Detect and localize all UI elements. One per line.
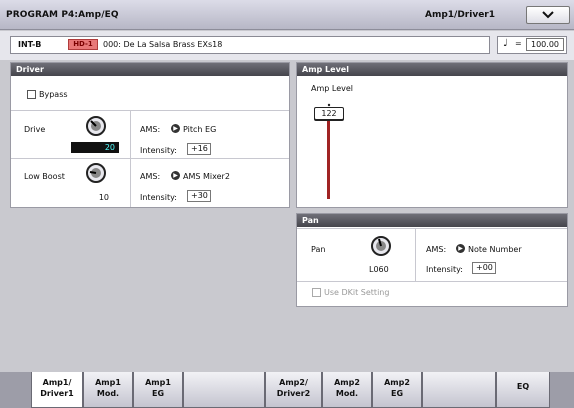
pan-intensity-label: Intensity: — [426, 265, 463, 274]
divider — [297, 281, 567, 282]
tab-amp2-mod[interactable]: Amp2 Mod. — [322, 372, 372, 408]
tab-label: Amp1 — [95, 378, 121, 387]
pan-label: Pan — [311, 245, 326, 254]
drive-ams-label: AMS: — [140, 125, 161, 134]
amp-level-label: Amp Level — [311, 84, 354, 93]
pan-value[interactable]: L060 — [369, 265, 389, 274]
tab-empty — [183, 372, 265, 408]
tab-label: Amp1/ — [42, 378, 72, 387]
tab-label: Amp1 — [145, 378, 171, 387]
tab-label: EG — [390, 389, 404, 398]
tab-amp2-eg[interactable]: Amp2 EG — [372, 372, 422, 408]
hd1-badge: HD-1 — [68, 39, 98, 50]
bypass-checkbox[interactable] — [27, 90, 36, 99]
tab-label: Driver2 — [276, 389, 311, 398]
low-boost-intensity-label: Intensity: — [140, 193, 177, 202]
driver-header: Driver — [11, 63, 289, 76]
page-menu-button[interactable] — [526, 6, 570, 24]
tab-label: EG — [151, 389, 165, 398]
bank-label: INT-B — [18, 40, 42, 49]
drive-ams-source[interactable]: Pitch EG — [183, 125, 216, 134]
pan-header: Pan — [297, 214, 567, 227]
pan-ams-source[interactable]: Note Number — [468, 245, 522, 254]
bypass-label: Bypass — [39, 90, 68, 99]
tempo-equals: = — [515, 39, 522, 48]
program-name: 000: De La Salsa Brass EXs18 — [103, 40, 223, 49]
low-boost-ams-source[interactable]: AMS Mixer2 — [183, 172, 230, 181]
tab-label: EQ — [516, 382, 530, 391]
divider — [11, 110, 289, 111]
tab-amp1-driver1[interactable]: Amp1/ Driver1 — [31, 372, 83, 408]
quarter-note-icon: ♩ — [503, 38, 508, 49]
arrow-right-icon[interactable]: ▶ — [456, 244, 465, 253]
tab-amp2-driver2[interactable]: Amp2/ Driver2 — [265, 372, 322, 408]
drive-intensity-label: Intensity: — [140, 146, 177, 155]
tab-eq[interactable]: EQ — [496, 372, 550, 408]
divider — [415, 229, 416, 281]
chevron-down-icon — [542, 11, 554, 19]
low-boost-ams-label: AMS: — [140, 172, 161, 181]
page-title: PROGRAM P4:Amp/EQ — [6, 10, 119, 20]
divider — [130, 111, 131, 207]
pan-knob[interactable] — [371, 236, 391, 256]
tab-label: Mod. — [96, 389, 120, 398]
pan-ams-label: AMS: — [426, 245, 447, 254]
page-name: Amp1/Driver1 — [425, 10, 496, 20]
use-dkit-checkbox[interactable] — [312, 288, 321, 297]
amp-level-slider-track[interactable] — [327, 107, 330, 199]
drive-label: Drive — [24, 125, 46, 134]
low-boost-knob[interactable] — [86, 163, 106, 183]
tab-empty — [422, 372, 496, 408]
driver-panel: Driver Bypass Drive 20 AMS: ▶ Pitch EG I… — [10, 62, 290, 208]
divider — [297, 228, 567, 229]
use-dkit-label: Use DKit Setting — [324, 288, 390, 297]
arrow-right-icon[interactable]: ▶ — [171, 171, 180, 180]
divider — [11, 158, 289, 159]
pan-intensity-field[interactable]: +00 — [472, 262, 496, 274]
tab-label: Driver1 — [40, 389, 74, 398]
low-boost-label: Low Boost — [24, 172, 65, 181]
drive-intensity-field[interactable]: +16 — [187, 143, 211, 155]
tempo-field[interactable]: 100.00 — [526, 38, 564, 51]
low-boost-value[interactable]: 10 — [71, 193, 119, 202]
drive-value[interactable]: 20 — [71, 142, 119, 153]
low-boost-intensity-field[interactable]: +30 — [187, 190, 211, 202]
pan-panel: Pan Pan L060 AMS: ▶ Note Number Intensit… — [296, 213, 568, 307]
drive-knob[interactable] — [86, 116, 106, 136]
arrow-right-icon[interactable]: ▶ — [171, 124, 180, 133]
amp-level-slider-handle[interactable]: 122 — [314, 107, 344, 120]
tab-label: Mod. — [335, 389, 359, 398]
tab-amp1-mod[interactable]: Amp1 Mod. — [83, 372, 133, 408]
amp-level-panel: Amp Level Amp Level 122 — [296, 62, 568, 208]
tab-label: Amp2/ — [279, 378, 308, 387]
tab-amp1-eg[interactable]: Amp1 EG — [133, 372, 183, 408]
tab-label: Amp2 — [334, 378, 360, 387]
amp-level-header: Amp Level — [297, 63, 567, 76]
tab-label: Amp2 — [384, 378, 410, 387]
